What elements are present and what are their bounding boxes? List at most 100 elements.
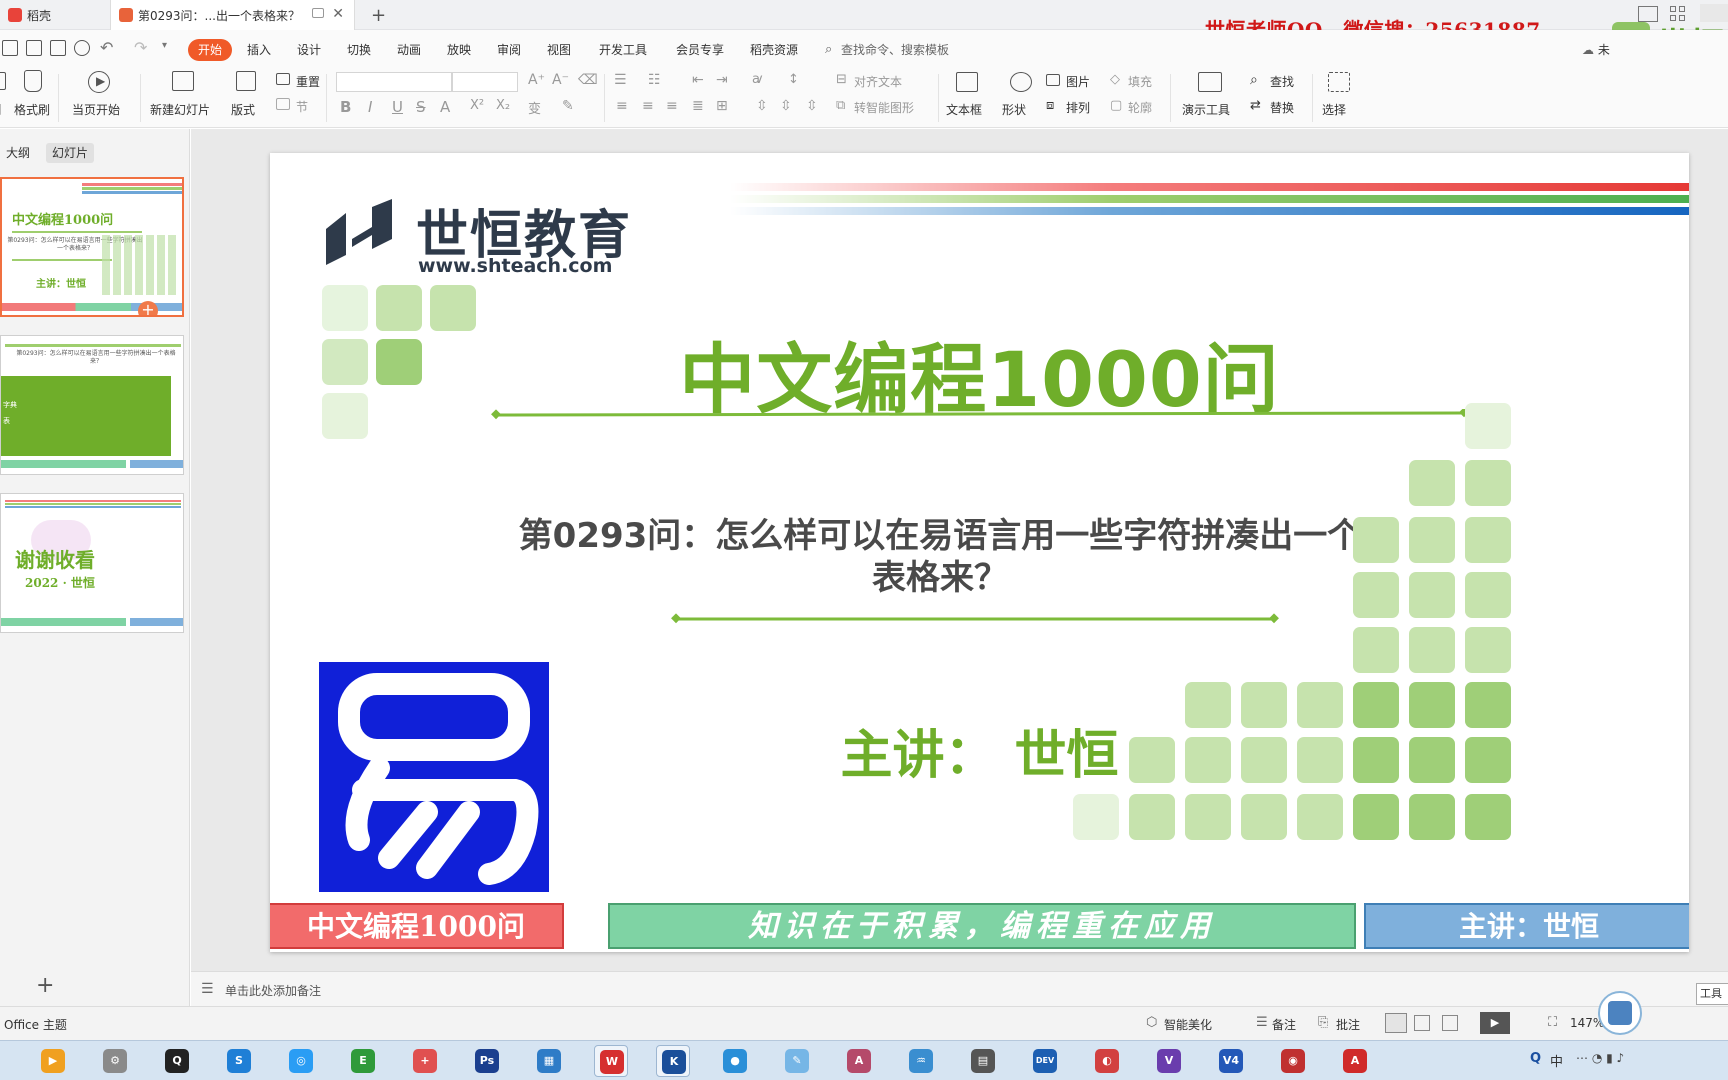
menu-home[interactable]: 开始: [188, 39, 233, 61]
taskbar-app-adder[interactable]: +: [408, 1045, 442, 1077]
tab-outline[interactable]: 大纲: [0, 143, 36, 163]
customize-chevron-icon[interactable]: ▾: [162, 40, 167, 51]
reset-icon[interactable]: [276, 73, 290, 85]
align-center-icon[interactable]: ≡: [642, 98, 654, 114]
find-icon[interactable]: ⌕: [1250, 72, 1258, 88]
align-text-icon[interactable]: ⊟: [836, 72, 847, 87]
notes-toggle-button[interactable]: 备注: [1272, 1016, 1296, 1033]
format-painter-button[interactable]: 格式刷: [14, 101, 50, 118]
taskbar-app-qq[interactable]: Q: [160, 1045, 194, 1077]
menu-insert[interactable]: 插入: [247, 39, 271, 61]
taskbar-app-media-player[interactable]: ▶: [36, 1045, 70, 1077]
taskbar-app-tool-blue[interactable]: ▦: [532, 1045, 566, 1077]
presentation-tools-button[interactable]: 演示工具: [1182, 101, 1230, 118]
brush-icon[interactable]: [24, 70, 42, 92]
menu-transition[interactable]: 切换: [347, 39, 371, 61]
superscript-button[interactable]: X²: [470, 98, 484, 113]
replace-button[interactable]: 替换: [1270, 99, 1294, 116]
menu-animation[interactable]: 动画: [397, 39, 421, 61]
slideshow-play-button[interactable]: ▶: [1480, 1012, 1510, 1034]
paste-icon[interactable]: [0, 72, 6, 90]
slide-thumbnail-3[interactable]: 谢谢收看 2022 · 世恒: [0, 493, 184, 633]
bold-button[interactable]: B: [340, 98, 351, 116]
redo-icon[interactable]: ↷: [134, 38, 147, 57]
taskbar-app-easy-language[interactable]: E: [346, 1045, 380, 1077]
highlight-icon[interactable]: ✎: [562, 98, 574, 114]
textbox-button[interactable]: 文本框: [946, 101, 982, 118]
slide-thumbnail-1[interactable]: 中文编程1000问 第0293问：怎么样可以在易语言用一些字符拼凑出一个表格来？…: [0, 177, 184, 317]
smart-beautify-button[interactable]: 智能美化: [1164, 1016, 1212, 1033]
tab-daoke[interactable]: 稻壳: [0, 0, 110, 30]
underline-button[interactable]: U: [392, 98, 403, 116]
arrange-button[interactable]: 排列: [1066, 99, 1090, 116]
outline-button[interactable]: 轮廓: [1128, 99, 1152, 116]
taskbar-app-v4[interactable]: V4: [1214, 1045, 1248, 1077]
export-icon[interactable]: [26, 40, 42, 56]
line-spacing-icon[interactable]: ↕: [788, 72, 799, 87]
replace-icon[interactable]: ⇄: [1250, 98, 1261, 113]
decrease-indent-icon[interactable]: ⇤: [692, 72, 704, 88]
align-left-icon[interactable]: ≡: [616, 98, 628, 114]
strikethrough-button[interactable]: S: [416, 98, 426, 116]
taskbar-app-pdf-tool[interactable]: A: [842, 1045, 876, 1077]
taskbar-app-ide[interactable]: K: [656, 1045, 690, 1077]
new-slide-button[interactable]: 新建幻灯片: [150, 101, 210, 118]
slide-thumbnail-2[interactable]: 第0293问：怎么样可以在易语言用一些字符拼凑出一个表格来？ 字典 表: [0, 335, 184, 475]
shape-icon[interactable]: [1010, 72, 1032, 92]
grow-font-icon[interactable]: A⁺: [528, 72, 545, 88]
current-slide[interactable]: 世恒教育 www.shteach.com 中文编程1000问 第0293问：怎么…: [270, 153, 1689, 952]
taskbar-app-fish[interactable]: ♒: [904, 1045, 938, 1077]
increase-indent-icon[interactable]: ⇥: [716, 72, 728, 88]
text-direction-icon[interactable]: ꜹ: [752, 72, 763, 87]
taskbar-app-visual-studio[interactable]: V: [1152, 1045, 1186, 1077]
taskbar-app-font-tool[interactable]: A: [1338, 1045, 1372, 1077]
picture-button[interactable]: 图片: [1066, 73, 1090, 90]
distribute-icon[interactable]: ⊞: [716, 98, 728, 114]
pinyin-button[interactable]: 变: [528, 98, 541, 117]
menu-daoke-resources[interactable]: 稻壳资源: [750, 39, 798, 61]
menu-view[interactable]: 视图: [547, 39, 571, 61]
font-size-select[interactable]: [452, 72, 518, 92]
arrange-icon[interactable]: ⧈: [1046, 98, 1054, 113]
columns-icon[interactable]: ⇳: [806, 98, 818, 114]
comment-button[interactable]: 批注: [1336, 1016, 1360, 1033]
tab-document[interactable]: 第0293问：...出一个表格来？ ✕: [110, 0, 355, 30]
shape-button[interactable]: 形状: [1002, 101, 1026, 118]
pin-icon[interactable]: [312, 8, 324, 18]
picture-icon[interactable]: [1046, 74, 1060, 86]
new-slide-icon[interactable]: [172, 71, 194, 91]
select-icon[interactable]: [1328, 72, 1350, 92]
notes-pane[interactable]: ☰ 单击此处添加备注: [191, 971, 1728, 1006]
reset-button[interactable]: 重置: [296, 73, 320, 90]
clear-format-icon[interactable]: ⌫: [578, 72, 598, 88]
textbox-icon[interactable]: [956, 72, 978, 92]
bullets-icon[interactable]: ☰: [614, 72, 627, 88]
smart-shape-icon[interactable]: ⧉: [836, 98, 845, 113]
taskbar-app-flash-tool[interactable]: ⚙: [98, 1045, 132, 1077]
font-family-select[interactable]: [336, 72, 452, 92]
taskbar-app-photoshop[interactable]: Ps: [470, 1045, 504, 1077]
cloud-sync[interactable]: ☁ 未: [1582, 39, 1610, 61]
print-icon[interactable]: [50, 40, 66, 56]
normal-view-icon[interactable]: [1385, 1013, 1407, 1033]
reading-view-icon[interactable]: [1442, 1015, 1458, 1031]
smart-shape-button[interactable]: 转智能图形: [854, 99, 914, 116]
new-tab-button[interactable]: +: [363, 0, 394, 30]
layout-icon[interactable]: [236, 71, 256, 91]
select-button[interactable]: 选择: [1322, 101, 1346, 118]
taskbar-app-dev-cpp[interactable]: DEV: [1028, 1045, 1062, 1077]
menu-developer[interactable]: 开发工具: [599, 39, 647, 61]
fill-icon[interactable]: ◇: [1110, 72, 1120, 87]
fill-button[interactable]: 填充: [1128, 73, 1152, 90]
play-from-current-button[interactable]: 当页开始: [72, 101, 120, 118]
add-slide-button[interactable]: +: [36, 973, 54, 998]
section-icon[interactable]: [276, 98, 290, 110]
align-right-icon[interactable]: ≡: [666, 98, 678, 114]
paragraph-spacing-icon[interactable]: ⇳: [756, 98, 768, 114]
preview-icon[interactable]: [74, 40, 90, 56]
subscript-button[interactable]: X₂: [496, 98, 510, 113]
taskbar-app-notepad[interactable]: ✎: [780, 1045, 814, 1077]
close-tab-icon[interactable]: ✕: [332, 6, 344, 22]
taskbar-app-recorder[interactable]: ◉: [1276, 1045, 1310, 1077]
menu-review[interactable]: 审阅: [497, 39, 521, 61]
